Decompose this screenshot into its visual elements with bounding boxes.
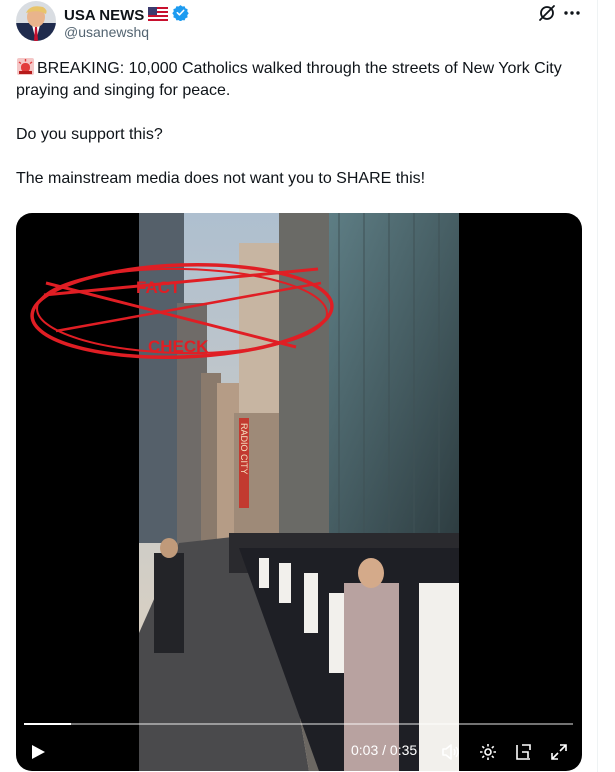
avatar[interactable] [16,1,56,41]
author-display-name[interactable]: USA NEWS [64,7,144,24]
overlay-check-label: CHECK [148,337,209,356]
video-player[interactable]: RADIO CITY FACT CHECK 0:03 / 0:35 [16,213,582,771]
tweet-line-2: Do you support this? [16,126,163,143]
tweet-line-1: BREAKING: 10,000 Catholics walked throug… [16,60,562,99]
video-progress-fill [24,723,72,725]
time-current: 0:03 [351,742,379,758]
fullscreen-icon[interactable] [549,742,569,762]
verified-badge-icon[interactable] [172,4,189,26]
play-icon[interactable] [30,744,46,760]
more-options-icon[interactable] [562,3,582,23]
volume-icon[interactable] [440,742,460,762]
video-time: 0:03 / 0:35 [351,742,417,758]
author-name-row[interactable]: USA NEWS [64,4,189,26]
time-total: 0:35 [389,742,418,758]
video-progress-bar[interactable] [24,723,573,725]
video-controls: 0:03 / 0:35 [16,733,582,771]
rotating-light-icon [16,57,35,76]
tweet-text: BREAKING: 10,000 Catholics walked throug… [16,57,586,190]
gear-icon[interactable] [478,742,498,762]
fact-check-overlay: FACT CHECK [30,262,334,360]
tweet-paragraph-1: BREAKING: 10,000 Catholics walked throug… [16,57,586,102]
grok-icon[interactable] [537,3,557,23]
overlay-fact-label: FACT [136,278,181,297]
time-separator: / [382,742,387,758]
author-handle[interactable]: @usanewshq [64,24,149,40]
picture-in-picture-icon[interactable] [513,742,533,762]
us-flag-icon [148,6,169,24]
timeline-border [597,0,598,772]
tweet-line-3: The mainstream media does not want you t… [16,170,426,187]
